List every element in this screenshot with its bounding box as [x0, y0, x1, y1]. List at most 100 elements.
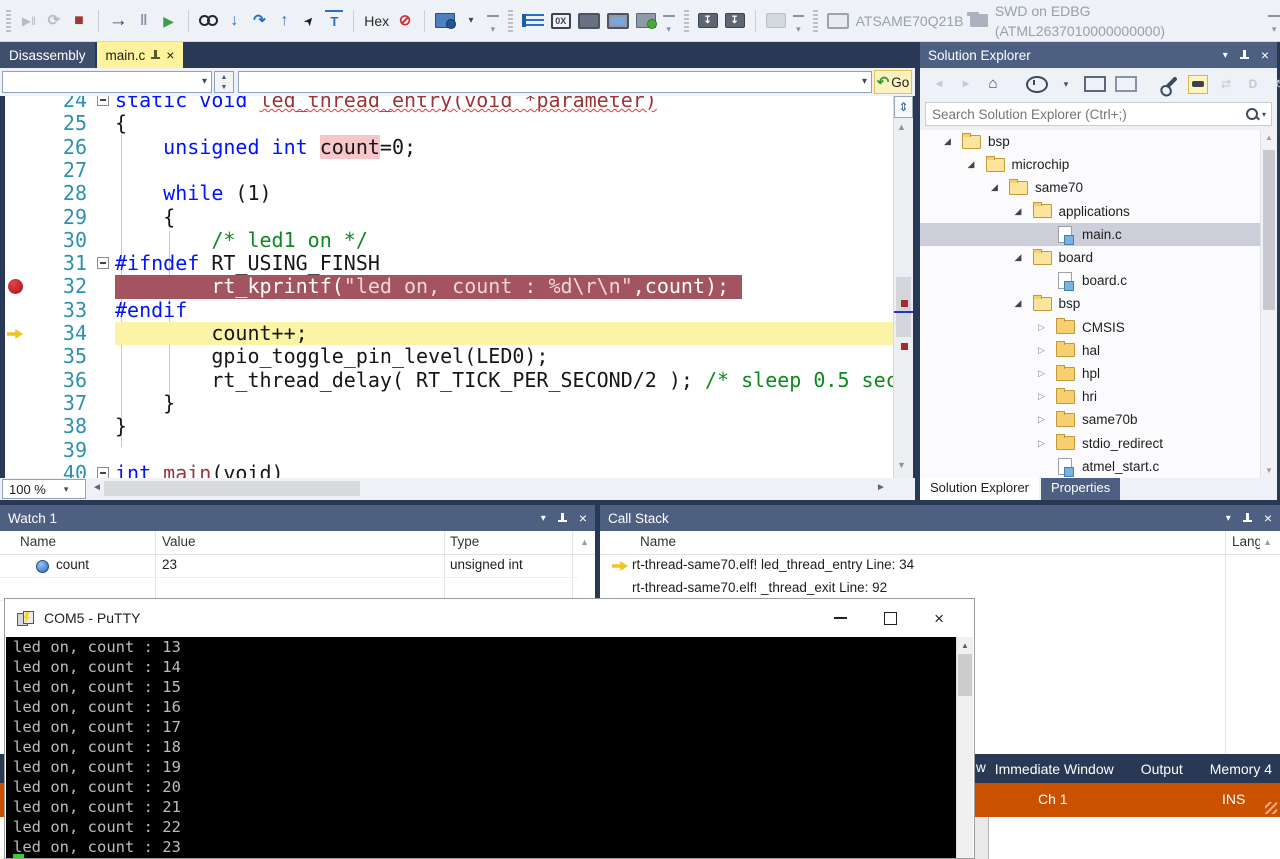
- expander-closed-icon[interactable]: ▷: [1038, 368, 1045, 379]
- tree-item-cmsis[interactable]: ▷CMSIS: [920, 316, 1260, 339]
- chevron-down-icon[interactable]: ▾: [1262, 110, 1266, 119]
- expander-closed-icon[interactable]: ▷: [1038, 345, 1045, 356]
- scroll-up-icon[interactable]: ▲: [957, 637, 973, 653]
- tree-item-board[interactable]: ◢board: [920, 246, 1260, 269]
- code-line[interactable]: 38}: [5, 415, 893, 438]
- code-line[interactable]: 34 count++;: [5, 322, 893, 345]
- hex-toggle-button[interactable]: Hex: [364, 11, 389, 31]
- code-editor[interactable]: 24static void led_thread_entry(void *par…: [0, 96, 893, 478]
- code-line[interactable]: 24static void led_thread_entry(void *par…: [5, 96, 893, 112]
- tree-item-hal[interactable]: ▷hal: [920, 339, 1260, 362]
- scroll-up-icon[interactable]: ▲: [580, 537, 589, 547]
- breakpoint-icon[interactable]: [8, 279, 23, 294]
- tree-item-atmel-start-c[interactable]: atmel_start.c: [920, 455, 1260, 478]
- device-memory-icon[interactable]: [607, 13, 629, 29]
- code-line[interactable]: 33#endif: [5, 299, 893, 322]
- stop-debug-icon[interactable]: ■: [70, 11, 88, 31]
- column-value[interactable]: Value: [162, 534, 196, 549]
- scrollbar-thumb[interactable]: [896, 277, 911, 337]
- tree-item-hpl[interactable]: ▷hpl: [920, 362, 1260, 385]
- se-properties-wrench-icon[interactable]: [1162, 76, 1178, 92]
- run-to-cursor-icon[interactable]: ➤: [296, 7, 323, 34]
- close-icon[interactable]: ×: [934, 610, 944, 627]
- toolbar-overflow-icon[interactable]: ▾: [487, 15, 499, 35]
- code-line[interactable]: 25{: [5, 112, 893, 135]
- bottom-tab-output[interactable]: Output: [1141, 761, 1183, 777]
- processor-status-icon[interactable]: [435, 13, 455, 28]
- go-button[interactable]: ↶ Go: [874, 70, 912, 94]
- expander-open-icon[interactable]: ◢: [968, 159, 975, 170]
- editor-vertical-scrollbar[interactable]: ⇕ ▲ ▼: [893, 96, 913, 478]
- tree-item-bsp[interactable]: ◢bsp: [920, 130, 1260, 153]
- scrollbar-thumb[interactable]: [958, 654, 972, 696]
- spinner-up-icon[interactable]: ▲: [221, 74, 228, 81]
- hscrollbar-thumb[interactable]: [104, 481, 360, 496]
- search-icon[interactable]: [1246, 108, 1258, 120]
- expander-closed-icon[interactable]: ▷: [1038, 438, 1045, 449]
- tab-properties[interactable]: Properties: [1041, 478, 1120, 500]
- tree-item-microchip[interactable]: ◢microchip: [920, 153, 1260, 176]
- tree-item-hri[interactable]: ▷hri: [920, 385, 1260, 408]
- terminal-output[interactable]: led on, count : 13led on, count : 14led …: [6, 637, 956, 858]
- call-stack-row[interactable]: rt-thread-same70.elf! _thread_exit Line:…: [600, 577, 1263, 600]
- expander-closed-icon[interactable]: ▷: [1038, 391, 1045, 402]
- toolbar-grip[interactable]: [813, 10, 818, 32]
- scroll-up-icon[interactable]: ▲: [1265, 133, 1273, 142]
- code-line[interactable]: 29 {: [5, 206, 893, 229]
- putty-titlebar[interactable]: COM5 - PuTTY ×: [5, 599, 974, 637]
- close-icon[interactable]: ×: [166, 48, 174, 62]
- hex-display-icon[interactable]: 0X: [551, 13, 571, 29]
- device-name-label[interactable]: ATSAME70Q21B: [856, 11, 963, 31]
- zoom-level-dropdown[interactable]: 100 % ▾: [2, 479, 86, 499]
- program-device-icon[interactable]: ↧: [698, 13, 718, 28]
- scroll-down-icon[interactable]: ▼: [1265, 466, 1273, 475]
- verify-device-icon[interactable]: ↧: [725, 13, 745, 28]
- maximize-icon[interactable]: [884, 612, 897, 625]
- expander-open-icon[interactable]: ◢: [1015, 298, 1022, 309]
- nav-spinner[interactable]: ▲ ▼: [214, 71, 234, 93]
- solution-explorer-header[interactable]: Solution Explorer ▾ ×: [920, 42, 1277, 68]
- fold-collapse-icon[interactable]: [97, 467, 109, 478]
- chevron-down-icon[interactable]: ▾: [1226, 513, 1231, 524]
- set-next-statement-icon[interactable]: T: [325, 10, 343, 32]
- tree-item-board-c[interactable]: board.c: [920, 269, 1260, 292]
- search-input[interactable]: [926, 107, 1246, 122]
- se-sync-icon[interactable]: [1115, 76, 1137, 92]
- call-stack-row[interactable]: rt-thread-same70.elf! led_thread_entry L…: [600, 554, 1263, 577]
- fold-collapse-icon[interactable]: [97, 96, 109, 106]
- code-line[interactable]: 31#ifndef RT_USING_FINSH: [5, 252, 893, 275]
- call-stack-header[interactable]: Call Stack ▾ ×: [600, 505, 1280, 531]
- code-line[interactable]: 35 gpio_toggle_pin_level(LED0);: [5, 345, 893, 368]
- expander-closed-icon[interactable]: ▷: [1038, 322, 1045, 333]
- tree-item-same70b[interactable]: ▷same70b: [920, 408, 1260, 431]
- processor-dropdown-arrow[interactable]: ▾: [462, 11, 480, 31]
- se-collapse-all-icon[interactable]: [1084, 76, 1106, 92]
- cut-tab-label[interactable]: w: [976, 760, 986, 775]
- pin-icon[interactable]: [558, 513, 567, 524]
- column-type[interactable]: Type: [450, 534, 479, 549]
- start-debug-icon[interactable]: ▶: [160, 11, 178, 31]
- hscroll-right-icon[interactable]: ►: [876, 482, 886, 493]
- debug-interface-label[interactable]: SWD on EDBG (ATML2637010000000000): [995, 11, 1261, 31]
- watch-header[interactable]: Watch 1 ▾ ×: [0, 505, 595, 531]
- toolbar-overflow-icon[interactable]: ▾: [793, 15, 805, 35]
- solution-tree-scrollbar[interactable]: ▲ ▼: [1260, 130, 1277, 478]
- tree-item-applications[interactable]: ◢applications: [920, 200, 1260, 223]
- bottom-tab-memory-4[interactable]: Memory 4: [1210, 761, 1272, 777]
- step-into-icon[interactable]: ↓: [225, 11, 243, 31]
- board-monitor-icon[interactable]: [636, 13, 656, 28]
- step-over-icon[interactable]: ↷: [250, 11, 268, 31]
- scrollbar-thumb[interactable]: [1263, 150, 1275, 310]
- se-pending-icon[interactable]: [1026, 76, 1048, 93]
- code-line[interactable]: 37 }: [5, 392, 893, 415]
- toolbar-grip[interactable]: [6, 10, 11, 32]
- toolbar-overflow-icon[interactable]: ▾: [1268, 15, 1280, 35]
- tab-solution-explorer[interactable]: Solution Explorer: [920, 478, 1039, 500]
- pause-debug-icon[interactable]: ‖: [135, 11, 153, 31]
- step-trace-icon[interactable]: [522, 14, 544, 27]
- scroll-up-icon[interactable]: ▲: [897, 122, 906, 132]
- device-chip-icon[interactable]: [578, 13, 600, 29]
- column-name[interactable]: Name: [20, 534, 56, 549]
- tree-item-main-c[interactable]: main.c: [920, 223, 1260, 246]
- code-line[interactable]: 30 /* led1 on */: [5, 229, 893, 252]
